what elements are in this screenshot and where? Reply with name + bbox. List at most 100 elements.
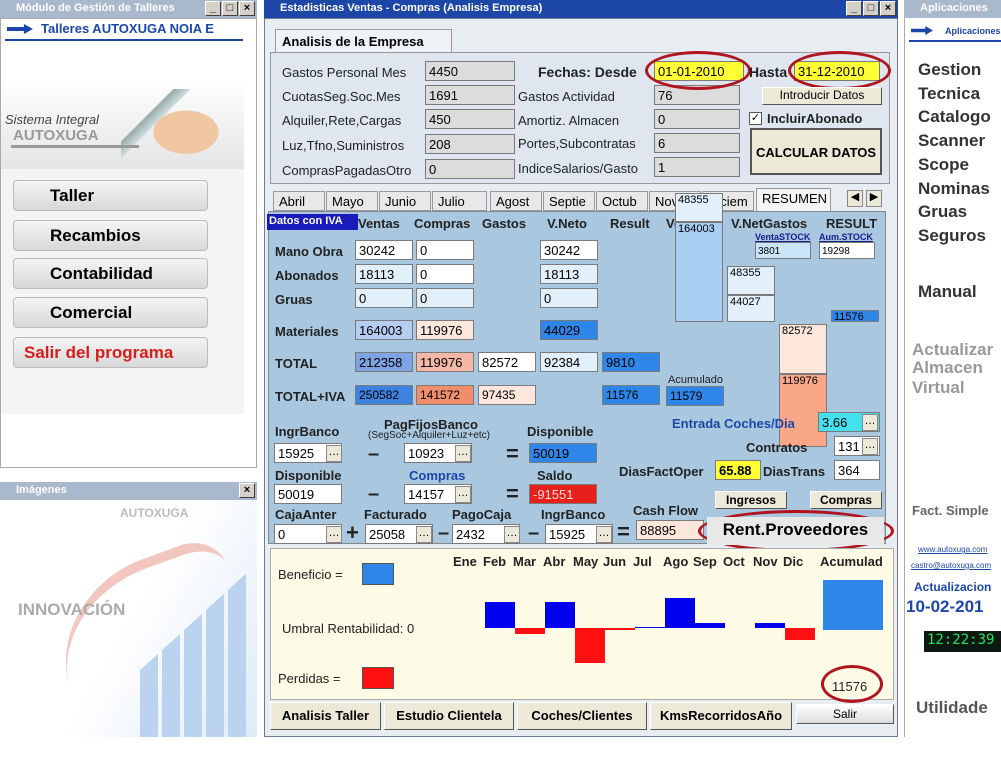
tab-scroll-left[interactable]: ◀ [847,190,863,207]
total-iva-compras[interactable]: 141572 [416,385,474,405]
salir-programa-button[interactable]: Salir del programa [13,337,208,368]
dias-trans-field[interactable]: 364 [834,460,880,480]
luz-field[interactable]: 208 [425,134,515,154]
materiales-compras[interactable]: 119976 [416,320,474,340]
close-button[interactable]: × [239,1,255,16]
kms-recorridos-button[interactable]: KmsRecorridosAño [650,702,792,730]
incluir-abonado-checkbox[interactable]: ✓ [749,112,762,125]
acumulado-field[interactable]: 11579 [666,386,724,406]
portes-field[interactable]: 6 [654,133,740,153]
close-button[interactable]: × [880,1,896,16]
comercial-button[interactable]: Comercial [13,297,208,328]
total-iva-ventas[interactable]: 250582 [355,385,413,405]
tab-scroll-right[interactable]: ▶ [866,190,882,207]
scanner-link[interactable]: Scanner [918,131,985,151]
caja-anter-dots[interactable]: … [326,526,342,543]
saldo-field[interactable]: -91551 [529,484,597,504]
salir-button[interactable]: Salir [796,704,894,724]
analisis-taller-button[interactable]: Analisis Taller [270,702,381,730]
minimize-button[interactable]: _ [205,1,221,16]
left-window-titlebar[interactable]: Módulo de Gestión de Talleres _ □ × [0,0,257,18]
gastos-personal-field[interactable]: 4450 [425,61,515,81]
tab-septiembre[interactable]: Septie [543,191,595,211]
disponible-field-2[interactable]: 50019 [274,484,342,504]
abonados-compras[interactable]: 0 [416,264,474,284]
estudio-clientela-button[interactable]: Estudio Clientela [384,702,514,730]
aum-stock-field[interactable]: 19298 [819,242,875,259]
disponible-field-1[interactable]: 50019 [529,443,597,463]
total-ventas[interactable]: 212358 [355,352,413,372]
introducir-datos-button[interactable]: Introducir Datos [762,87,882,105]
abonados-vneto[interactable]: 18113 [540,264,598,284]
scope-link[interactable]: Scope [918,155,969,175]
gruas-ventas[interactable]: 0 [355,288,413,308]
amortiz-field[interactable]: 0 [654,109,740,129]
web-link[interactable]: www.autoxuga.com [918,545,987,554]
tab-octubre[interactable]: Octub [596,191,648,211]
gruas-compras[interactable]: 0 [416,288,474,308]
taller-button[interactable]: Taller [13,180,208,211]
tab-agosto[interactable]: Agost [490,191,542,211]
gruas-vneto[interactable]: 0 [540,288,598,308]
main-window-titlebar[interactable]: Estadisticas Ventas - Compras (Analisis … [264,0,898,18]
tab-mayo[interactable]: Mayo [326,191,378,211]
nominas-link[interactable]: Nominas [918,179,990,199]
abonados-ventas[interactable]: 18113 [355,264,413,284]
total-vneto[interactable]: 92384 [540,352,598,372]
images-window-titlebar[interactable]: Imágenes × [0,482,257,500]
total-iva-result[interactable]: 11576 [602,385,660,405]
mano-obra-ventas[interactable]: 30242 [355,240,413,260]
gestion-link[interactable]: Gestion [918,60,981,80]
utilidades-link[interactable]: Utilidade [916,698,988,718]
compras-pagadas-field[interactable]: 0 [425,159,515,179]
materiales-vneto[interactable]: 44029 [540,320,598,340]
gruas-link[interactable]: Gruas [918,202,967,222]
maximize-button[interactable]: □ [222,1,238,16]
ingr-banco-dots[interactable]: … [326,445,342,462]
compras-button[interactable]: Compras [810,491,882,509]
email-link[interactable]: castro@autoxuga.com [911,561,991,570]
contratos-dots[interactable]: … [862,438,878,455]
tab-abril[interactable]: Abril [273,191,325,211]
tab-resumen[interactable]: RESUMEN [756,188,831,211]
rent-proveedores-button[interactable]: Rent.Proveedores [707,517,884,545]
recambios-button[interactable]: Recambios [13,220,208,251]
catalogo-link[interactable]: Catalogo [918,107,991,127]
tab-julio[interactable]: Julio [432,191,487,211]
tecnica-link[interactable]: Tecnica [918,84,980,104]
seguros-link[interactable]: Seguros [918,226,986,246]
contabilidad-button[interactable]: Contabilidad [13,258,208,289]
cashflow-field[interactable]: 88895 [636,520,704,540]
close-button[interactable]: × [239,483,255,498]
minimize-button[interactable]: _ [846,1,862,16]
mano-obra-compras[interactable]: 0 [416,240,474,260]
alquiler-field[interactable]: 450 [425,109,515,129]
indice-field[interactable]: 1 [654,157,740,177]
maximize-button[interactable]: □ [863,1,879,16]
virtual-link[interactable]: Virtual [912,378,965,398]
total-result[interactable]: 9810 [602,352,660,372]
total-compras[interactable]: 119976 [416,352,474,372]
almacen-link[interactable]: Almacen [912,358,983,378]
ingr-banco-dots-2[interactable]: … [596,526,612,543]
venta-stock-field[interactable]: 3801 [755,242,811,259]
actualizar-link[interactable]: Actualizar [912,340,993,360]
ingresos-button[interactable]: Ingresos [715,491,787,509]
materiales-ventas[interactable]: 164003 [355,320,413,340]
coches-clientes-button[interactable]: Coches/Clientes [517,702,647,730]
manual-link[interactable]: Manual [918,282,977,302]
total-gastos[interactable]: 82572 [478,352,536,372]
calcular-datos-button[interactable]: CALCULAR DATOS [750,128,882,175]
right-window-titlebar[interactable]: Aplicaciones [904,0,1001,18]
cuotas-field[interactable]: 1691 [425,85,515,105]
tab-junio[interactable]: Junio [379,191,431,211]
dias-fact-field[interactable]: 65.88 [715,460,761,480]
mano-obra-vneto[interactable]: 30242 [540,240,598,260]
pagfijos-dots[interactable]: … [455,445,471,462]
total-iva-gastos[interactable]: 97435 [478,385,536,405]
fact-simple-link[interactable]: Fact. Simple [912,503,989,518]
analisis-tab[interactable]: Analisis de la Empresa [275,29,452,53]
facturado-dots[interactable]: … [416,526,432,543]
pago-caja-dots[interactable]: … [504,526,520,543]
compras-dots[interactable]: … [455,486,471,503]
